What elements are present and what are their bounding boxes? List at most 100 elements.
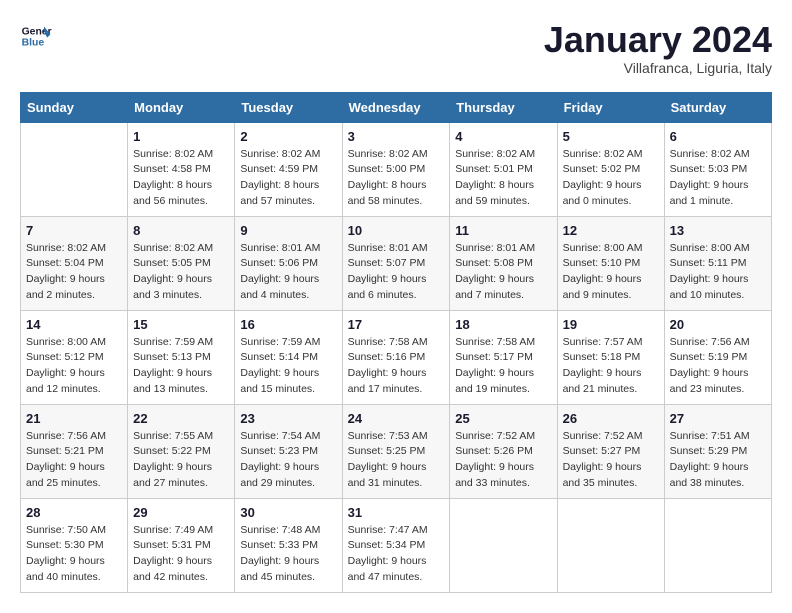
title-block: January 2024 Villafranca, Liguria, Italy: [544, 20, 772, 76]
day-cell: 18 Sunrise: 7:58 AMSunset: 5:17 PMDayligh…: [450, 310, 557, 404]
header-cell-tuesday: Tuesday: [235, 92, 342, 122]
day-number: 16: [240, 317, 336, 332]
day-number: 22: [133, 411, 229, 426]
day-cell: 11 Sunrise: 8:01 AMSunset: 5:08 PMDayligh…: [450, 216, 557, 310]
day-cell: 3Sunrise: 8:02 AMSunset: 5:00 PMDaylight…: [342, 122, 450, 216]
day-detail: Sunrise: 8:02 AMSunset: 4:58 PMDaylight:…: [133, 147, 229, 210]
day-number: 25: [455, 411, 551, 426]
day-detail: Sunrise: 7:57 AMSunset: 5:18 PMDaylight:…: [563, 335, 659, 398]
day-detail: Sunrise: 8:02 AMSunset: 5:05 PMDaylight:…: [133, 241, 229, 304]
day-number: 17: [348, 317, 445, 332]
day-detail: Sunrise: 7:48 AMSunset: 5:33 PMDaylight:…: [240, 523, 336, 586]
location-subtitle: Villafranca, Liguria, Italy: [544, 60, 772, 76]
svg-text:Blue: Blue: [22, 38, 45, 49]
day-detail: Sunrise: 7:52 AMSunset: 5:26 PMDaylight:…: [455, 429, 551, 492]
day-number: 15: [133, 317, 229, 332]
day-detail: Sunrise: 7:47 AMSunset: 5:34 PMDaylight:…: [348, 523, 445, 586]
day-cell: [21, 122, 128, 216]
day-cell: 12 Sunrise: 8:00 AMSunset: 5:10 PMDayligh…: [557, 216, 664, 310]
day-detail: Sunrise: 7:59 AMSunset: 5:14 PMDaylight:…: [240, 335, 336, 398]
day-cell: 30 Sunrise: 7:48 AMSunset: 5:33 PMDayligh…: [235, 498, 342, 592]
day-number: 26: [563, 411, 659, 426]
day-number: 24: [348, 411, 445, 426]
day-cell: 2Sunrise: 8:02 AMSunset: 4:59 PMDaylight…: [235, 122, 342, 216]
day-detail: Sunrise: 8:00 AMSunset: 5:12 PMDaylight:…: [26, 335, 122, 398]
day-number: 7: [26, 223, 122, 238]
day-cell: 7 Sunrise: 8:02 AMSunset: 5:04 PMDaylight…: [21, 216, 128, 310]
logo: General Blue: [20, 20, 52, 52]
day-cell: 26 Sunrise: 7:52 AMSunset: 5:27 PMDayligh…: [557, 404, 664, 498]
day-detail: Sunrise: 8:02 AMSunset: 5:01 PMDaylight:…: [455, 147, 551, 210]
day-number: 11: [455, 223, 551, 238]
day-cell: 28 Sunrise: 7:50 AMSunset: 5:30 PMDayligh…: [21, 498, 128, 592]
day-number: 12: [563, 223, 659, 238]
day-number: 21: [26, 411, 122, 426]
week-row-3: 14Sunrise: 8:00 AMSunset: 5:12 PMDayligh…: [21, 310, 772, 404]
calendar-table: SundayMondayTuesdayWednesdayThursdayFrid…: [20, 92, 772, 593]
page-header: General Blue January 2024 Villafranca, L…: [20, 20, 772, 76]
day-cell: [450, 498, 557, 592]
day-cell: 24 Sunrise: 7:53 AMSunset: 5:25 PMDayligh…: [342, 404, 450, 498]
day-detail: Sunrise: 7:59 AMSunset: 5:13 PMDaylight:…: [133, 335, 229, 398]
day-number: 18: [455, 317, 551, 332]
day-detail: Sunrise: 8:01 AMSunset: 5:08 PMDaylight:…: [455, 241, 551, 304]
week-row-4: 21 Sunrise: 7:56 AMSunset: 5:21 PMDayligh…: [21, 404, 772, 498]
day-number: 29: [133, 505, 229, 520]
day-number: 1: [133, 129, 229, 144]
day-cell: [664, 498, 771, 592]
header-cell-friday: Friday: [557, 92, 664, 122]
day-cell: 31 Sunrise: 7:47 AMSunset: 5:34 PMDayligh…: [342, 498, 450, 592]
day-number: 3: [348, 129, 445, 144]
header-cell-saturday: Saturday: [664, 92, 771, 122]
day-number: 20: [670, 317, 766, 332]
day-cell: 23 Sunrise: 7:54 AMSunset: 5:23 PMDayligh…: [235, 404, 342, 498]
day-detail: Sunrise: 7:54 AMSunset: 5:23 PMDaylight:…: [240, 429, 336, 492]
day-detail: Sunrise: 7:58 AMSunset: 5:17 PMDaylight:…: [455, 335, 551, 398]
header-row: SundayMondayTuesdayWednesdayThursdayFrid…: [21, 92, 772, 122]
day-detail: Sunrise: 7:52 AMSunset: 5:27 PMDaylight:…: [563, 429, 659, 492]
day-detail: Sunrise: 7:51 AMSunset: 5:29 PMDaylight:…: [670, 429, 766, 492]
day-cell: 21 Sunrise: 7:56 AMSunset: 5:21 PMDayligh…: [21, 404, 128, 498]
day-number: 19: [563, 317, 659, 332]
week-row-1: 1 Sunrise: 8:02 AMSunset: 4:58 PMDaylight…: [21, 122, 772, 216]
day-cell: 6 Sunrise: 8:02 AMSunset: 5:03 PMDaylight…: [664, 122, 771, 216]
day-number: 30: [240, 505, 336, 520]
day-detail: Sunrise: 8:02 AMSunset: 5:02 PMDaylight:…: [563, 147, 659, 210]
day-number: 5: [563, 129, 659, 144]
day-cell: 19 Sunrise: 7:57 AMSunset: 5:18 PMDayligh…: [557, 310, 664, 404]
day-detail: Sunrise: 8:00 AMSunset: 5:10 PMDaylight:…: [563, 241, 659, 304]
day-cell: 20 Sunrise: 7:56 AMSunset: 5:19 PMDayligh…: [664, 310, 771, 404]
day-detail: Sunrise: 7:56 AMSunset: 5:19 PMDaylight:…: [670, 335, 766, 398]
day-cell: 10Sunrise: 8:01 AMSunset: 5:07 PMDayligh…: [342, 216, 450, 310]
day-number: 28: [26, 505, 122, 520]
week-row-5: 28 Sunrise: 7:50 AMSunset: 5:30 PMDayligh…: [21, 498, 772, 592]
day-detail: Sunrise: 7:56 AMSunset: 5:21 PMDaylight:…: [26, 429, 122, 492]
day-detail: Sunrise: 8:01 AMSunset: 5:07 PMDaylight:…: [348, 241, 445, 304]
day-cell: 13 Sunrise: 8:00 AMSunset: 5:11 PMDayligh…: [664, 216, 771, 310]
day-cell: 1 Sunrise: 8:02 AMSunset: 4:58 PMDaylight…: [128, 122, 235, 216]
day-number: 13: [670, 223, 766, 238]
day-detail: Sunrise: 8:00 AMSunset: 5:11 PMDaylight:…: [670, 241, 766, 304]
day-number: 31: [348, 505, 445, 520]
day-detail: Sunrise: 8:02 AMSunset: 5:04 PMDaylight:…: [26, 241, 122, 304]
header-cell-thursday: Thursday: [450, 92, 557, 122]
day-cell: 27Sunrise: 7:51 AMSunset: 5:29 PMDayligh…: [664, 404, 771, 498]
day-cell: 8Sunrise: 8:02 AMSunset: 5:05 PMDaylight…: [128, 216, 235, 310]
day-number: 9: [240, 223, 336, 238]
day-detail: Sunrise: 8:02 AMSunset: 5:03 PMDaylight:…: [670, 147, 766, 210]
day-detail: Sunrise: 7:49 AMSunset: 5:31 PMDaylight:…: [133, 523, 229, 586]
day-cell: 25 Sunrise: 7:52 AMSunset: 5:26 PMDayligh…: [450, 404, 557, 498]
month-title: January 2024: [544, 20, 772, 60]
day-detail: Sunrise: 7:58 AMSunset: 5:16 PMDaylight:…: [348, 335, 445, 398]
day-cell: 9Sunrise: 8:01 AMSunset: 5:06 PMDaylight…: [235, 216, 342, 310]
day-number: 23: [240, 411, 336, 426]
day-cell: 17 Sunrise: 7:58 AMSunset: 5:16 PMDayligh…: [342, 310, 450, 404]
day-cell: 29 Sunrise: 7:49 AMSunset: 5:31 PMDayligh…: [128, 498, 235, 592]
day-cell: 15 Sunrise: 7:59 AMSunset: 5:13 PMDayligh…: [128, 310, 235, 404]
week-row-2: 7 Sunrise: 8:02 AMSunset: 5:04 PMDaylight…: [21, 216, 772, 310]
day-number: 6: [670, 129, 766, 144]
day-detail: Sunrise: 7:53 AMSunset: 5:25 PMDaylight:…: [348, 429, 445, 492]
header-cell-sunday: Sunday: [21, 92, 128, 122]
day-detail: Sunrise: 7:50 AMSunset: 5:30 PMDaylight:…: [26, 523, 122, 586]
day-cell: 14Sunrise: 8:00 AMSunset: 5:12 PMDayligh…: [21, 310, 128, 404]
